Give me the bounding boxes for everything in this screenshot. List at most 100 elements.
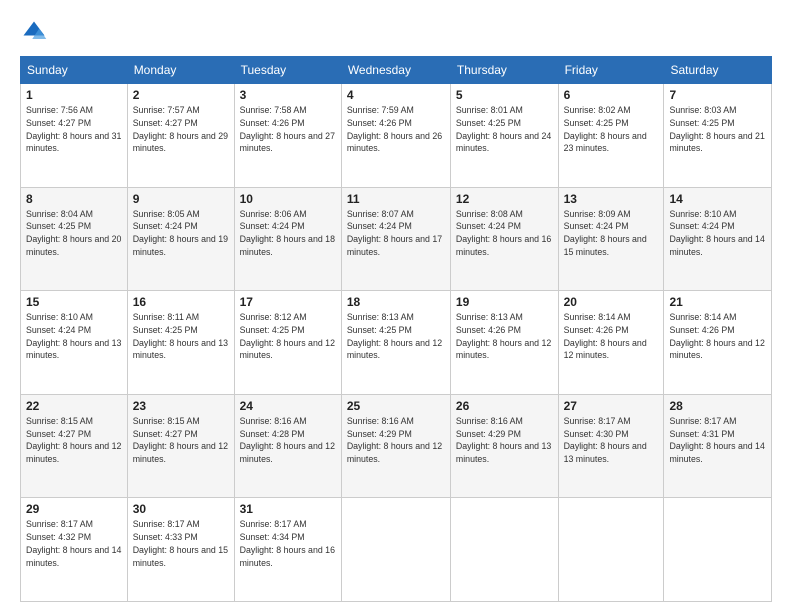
calendar-cell: 7 Sunrise: 8:03 AM Sunset: 4:25 PM Dayli… xyxy=(664,84,772,188)
daylight-label: Daylight: 8 hours and 13 minutes. xyxy=(456,441,551,464)
logo xyxy=(20,18,52,46)
daylight-label: Daylight: 8 hours and 12 minutes. xyxy=(240,338,335,361)
calendar-cell: 17 Sunrise: 8:12 AM Sunset: 4:25 PM Dayl… xyxy=(234,291,341,395)
sunrise-label: Sunrise: 8:17 AM xyxy=(564,416,631,426)
daylight-label: Daylight: 8 hours and 27 minutes. xyxy=(240,131,335,154)
daylight-label: Daylight: 8 hours and 12 minutes. xyxy=(26,441,121,464)
sunset-label: Sunset: 4:25 PM xyxy=(240,325,305,335)
day-info: Sunrise: 8:01 AM Sunset: 4:25 PM Dayligh… xyxy=(456,104,553,155)
sunrise-label: Sunrise: 8:11 AM xyxy=(133,312,199,322)
day-info: Sunrise: 8:04 AM Sunset: 4:25 PM Dayligh… xyxy=(26,208,122,259)
calendar-cell: 24 Sunrise: 8:16 AM Sunset: 4:28 PM Dayl… xyxy=(234,394,341,498)
sunset-label: Sunset: 4:24 PM xyxy=(240,221,305,231)
sunrise-label: Sunrise: 8:17 AM xyxy=(240,519,307,529)
calendar-cell xyxy=(558,498,664,602)
sunset-label: Sunset: 4:26 PM xyxy=(347,118,412,128)
sunset-label: Sunset: 4:26 PM xyxy=(669,325,734,335)
calendar-cell: 23 Sunrise: 8:15 AM Sunset: 4:27 PM Dayl… xyxy=(127,394,234,498)
day-number: 13 xyxy=(564,192,659,206)
day-number: 17 xyxy=(240,295,336,309)
daylight-label: Daylight: 8 hours and 24 minutes. xyxy=(456,131,551,154)
sunrise-label: Sunrise: 8:07 AM xyxy=(347,209,414,219)
col-sunday: Sunday xyxy=(21,57,128,84)
daylight-label: Daylight: 8 hours and 13 minutes. xyxy=(133,338,228,361)
calendar-cell xyxy=(341,498,450,602)
day-number: 22 xyxy=(26,399,122,413)
day-number: 9 xyxy=(133,192,229,206)
sunrise-label: Sunrise: 7:57 AM xyxy=(133,105,200,115)
day-number: 5 xyxy=(456,88,553,102)
daylight-label: Daylight: 8 hours and 14 minutes. xyxy=(26,545,121,568)
col-tuesday: Tuesday xyxy=(234,57,341,84)
day-info: Sunrise: 8:13 AM Sunset: 4:26 PM Dayligh… xyxy=(456,311,553,362)
calendar-cell: 26 Sunrise: 8:16 AM Sunset: 4:29 PM Dayl… xyxy=(450,394,558,498)
sunset-label: Sunset: 4:26 PM xyxy=(240,118,305,128)
day-number: 30 xyxy=(133,502,229,516)
day-number: 11 xyxy=(347,192,445,206)
calendar-cell: 6 Sunrise: 8:02 AM Sunset: 4:25 PM Dayli… xyxy=(558,84,664,188)
day-info: Sunrise: 8:14 AM Sunset: 4:26 PM Dayligh… xyxy=(564,311,659,362)
col-friday: Friday xyxy=(558,57,664,84)
daylight-label: Daylight: 8 hours and 16 minutes. xyxy=(456,234,551,257)
day-number: 27 xyxy=(564,399,659,413)
calendar-week-4: 22 Sunrise: 8:15 AM Sunset: 4:27 PM Dayl… xyxy=(21,394,772,498)
col-saturday: Saturday xyxy=(664,57,772,84)
day-number: 29 xyxy=(26,502,122,516)
daylight-label: Daylight: 8 hours and 14 minutes. xyxy=(669,234,764,257)
calendar-cell: 13 Sunrise: 8:09 AM Sunset: 4:24 PM Dayl… xyxy=(558,187,664,291)
daylight-label: Daylight: 8 hours and 15 minutes. xyxy=(133,545,228,568)
calendar-cell: 9 Sunrise: 8:05 AM Sunset: 4:24 PM Dayli… xyxy=(127,187,234,291)
sunset-label: Sunset: 4:24 PM xyxy=(456,221,521,231)
daylight-label: Daylight: 8 hours and 19 minutes. xyxy=(133,234,228,257)
calendar-week-1: 1 Sunrise: 7:56 AM Sunset: 4:27 PM Dayli… xyxy=(21,84,772,188)
sunset-label: Sunset: 4:24 PM xyxy=(564,221,629,231)
day-info: Sunrise: 8:17 AM Sunset: 4:31 PM Dayligh… xyxy=(669,415,766,466)
day-info: Sunrise: 7:56 AM Sunset: 4:27 PM Dayligh… xyxy=(26,104,122,155)
sunrise-label: Sunrise: 8:12 AM xyxy=(240,312,307,322)
sunrise-label: Sunrise: 8:03 AM xyxy=(669,105,736,115)
day-info: Sunrise: 8:17 AM Sunset: 4:33 PM Dayligh… xyxy=(133,518,229,569)
sunrise-label: Sunrise: 8:05 AM xyxy=(133,209,200,219)
day-info: Sunrise: 8:09 AM Sunset: 4:24 PM Dayligh… xyxy=(564,208,659,259)
day-info: Sunrise: 8:07 AM Sunset: 4:24 PM Dayligh… xyxy=(347,208,445,259)
calendar-table: Sunday Monday Tuesday Wednesday Thursday… xyxy=(20,56,772,602)
daylight-label: Daylight: 8 hours and 20 minutes. xyxy=(26,234,121,257)
sunset-label: Sunset: 4:29 PM xyxy=(347,429,412,439)
daylight-label: Daylight: 8 hours and 13 minutes. xyxy=(564,441,647,464)
calendar-cell: 12 Sunrise: 8:08 AM Sunset: 4:24 PM Dayl… xyxy=(450,187,558,291)
calendar-cell: 30 Sunrise: 8:17 AM Sunset: 4:33 PM Dayl… xyxy=(127,498,234,602)
daylight-label: Daylight: 8 hours and 12 minutes. xyxy=(456,338,551,361)
sunset-label: Sunset: 4:27 PM xyxy=(133,429,198,439)
sunset-label: Sunset: 4:26 PM xyxy=(456,325,521,335)
calendar-cell: 14 Sunrise: 8:10 AM Sunset: 4:24 PM Dayl… xyxy=(664,187,772,291)
sunrise-label: Sunrise: 7:59 AM xyxy=(347,105,414,115)
day-info: Sunrise: 8:08 AM Sunset: 4:24 PM Dayligh… xyxy=(456,208,553,259)
day-info: Sunrise: 7:57 AM Sunset: 4:27 PM Dayligh… xyxy=(133,104,229,155)
sunrise-label: Sunrise: 8:16 AM xyxy=(456,416,523,426)
day-info: Sunrise: 8:10 AM Sunset: 4:24 PM Dayligh… xyxy=(669,208,766,259)
day-number: 15 xyxy=(26,295,122,309)
day-number: 2 xyxy=(133,88,229,102)
sunset-label: Sunset: 4:24 PM xyxy=(347,221,412,231)
day-info: Sunrise: 8:15 AM Sunset: 4:27 PM Dayligh… xyxy=(26,415,122,466)
daylight-label: Daylight: 8 hours and 23 minutes. xyxy=(564,131,647,154)
sunrise-label: Sunrise: 8:15 AM xyxy=(26,416,93,426)
calendar-cell: 4 Sunrise: 7:59 AM Sunset: 4:26 PM Dayli… xyxy=(341,84,450,188)
day-number: 20 xyxy=(564,295,659,309)
calendar-cell: 20 Sunrise: 8:14 AM Sunset: 4:26 PM Dayl… xyxy=(558,291,664,395)
calendar-cell: 5 Sunrise: 8:01 AM Sunset: 4:25 PM Dayli… xyxy=(450,84,558,188)
day-info: Sunrise: 8:05 AM Sunset: 4:24 PM Dayligh… xyxy=(133,208,229,259)
sunrise-label: Sunrise: 8:13 AM xyxy=(456,312,523,322)
day-number: 28 xyxy=(669,399,766,413)
day-info: Sunrise: 8:10 AM Sunset: 4:24 PM Dayligh… xyxy=(26,311,122,362)
day-number: 4 xyxy=(347,88,445,102)
day-number: 7 xyxy=(669,88,766,102)
calendar-cell: 10 Sunrise: 8:06 AM Sunset: 4:24 PM Dayl… xyxy=(234,187,341,291)
sunset-label: Sunset: 4:26 PM xyxy=(564,325,629,335)
sunrise-label: Sunrise: 8:14 AM xyxy=(564,312,631,322)
calendar-cell: 29 Sunrise: 8:17 AM Sunset: 4:32 PM Dayl… xyxy=(21,498,128,602)
calendar-week-5: 29 Sunrise: 8:17 AM Sunset: 4:32 PM Dayl… xyxy=(21,498,772,602)
daylight-label: Daylight: 8 hours and 26 minutes. xyxy=(347,131,442,154)
daylight-label: Daylight: 8 hours and 31 minutes. xyxy=(26,131,121,154)
sunrise-label: Sunrise: 8:09 AM xyxy=(564,209,631,219)
